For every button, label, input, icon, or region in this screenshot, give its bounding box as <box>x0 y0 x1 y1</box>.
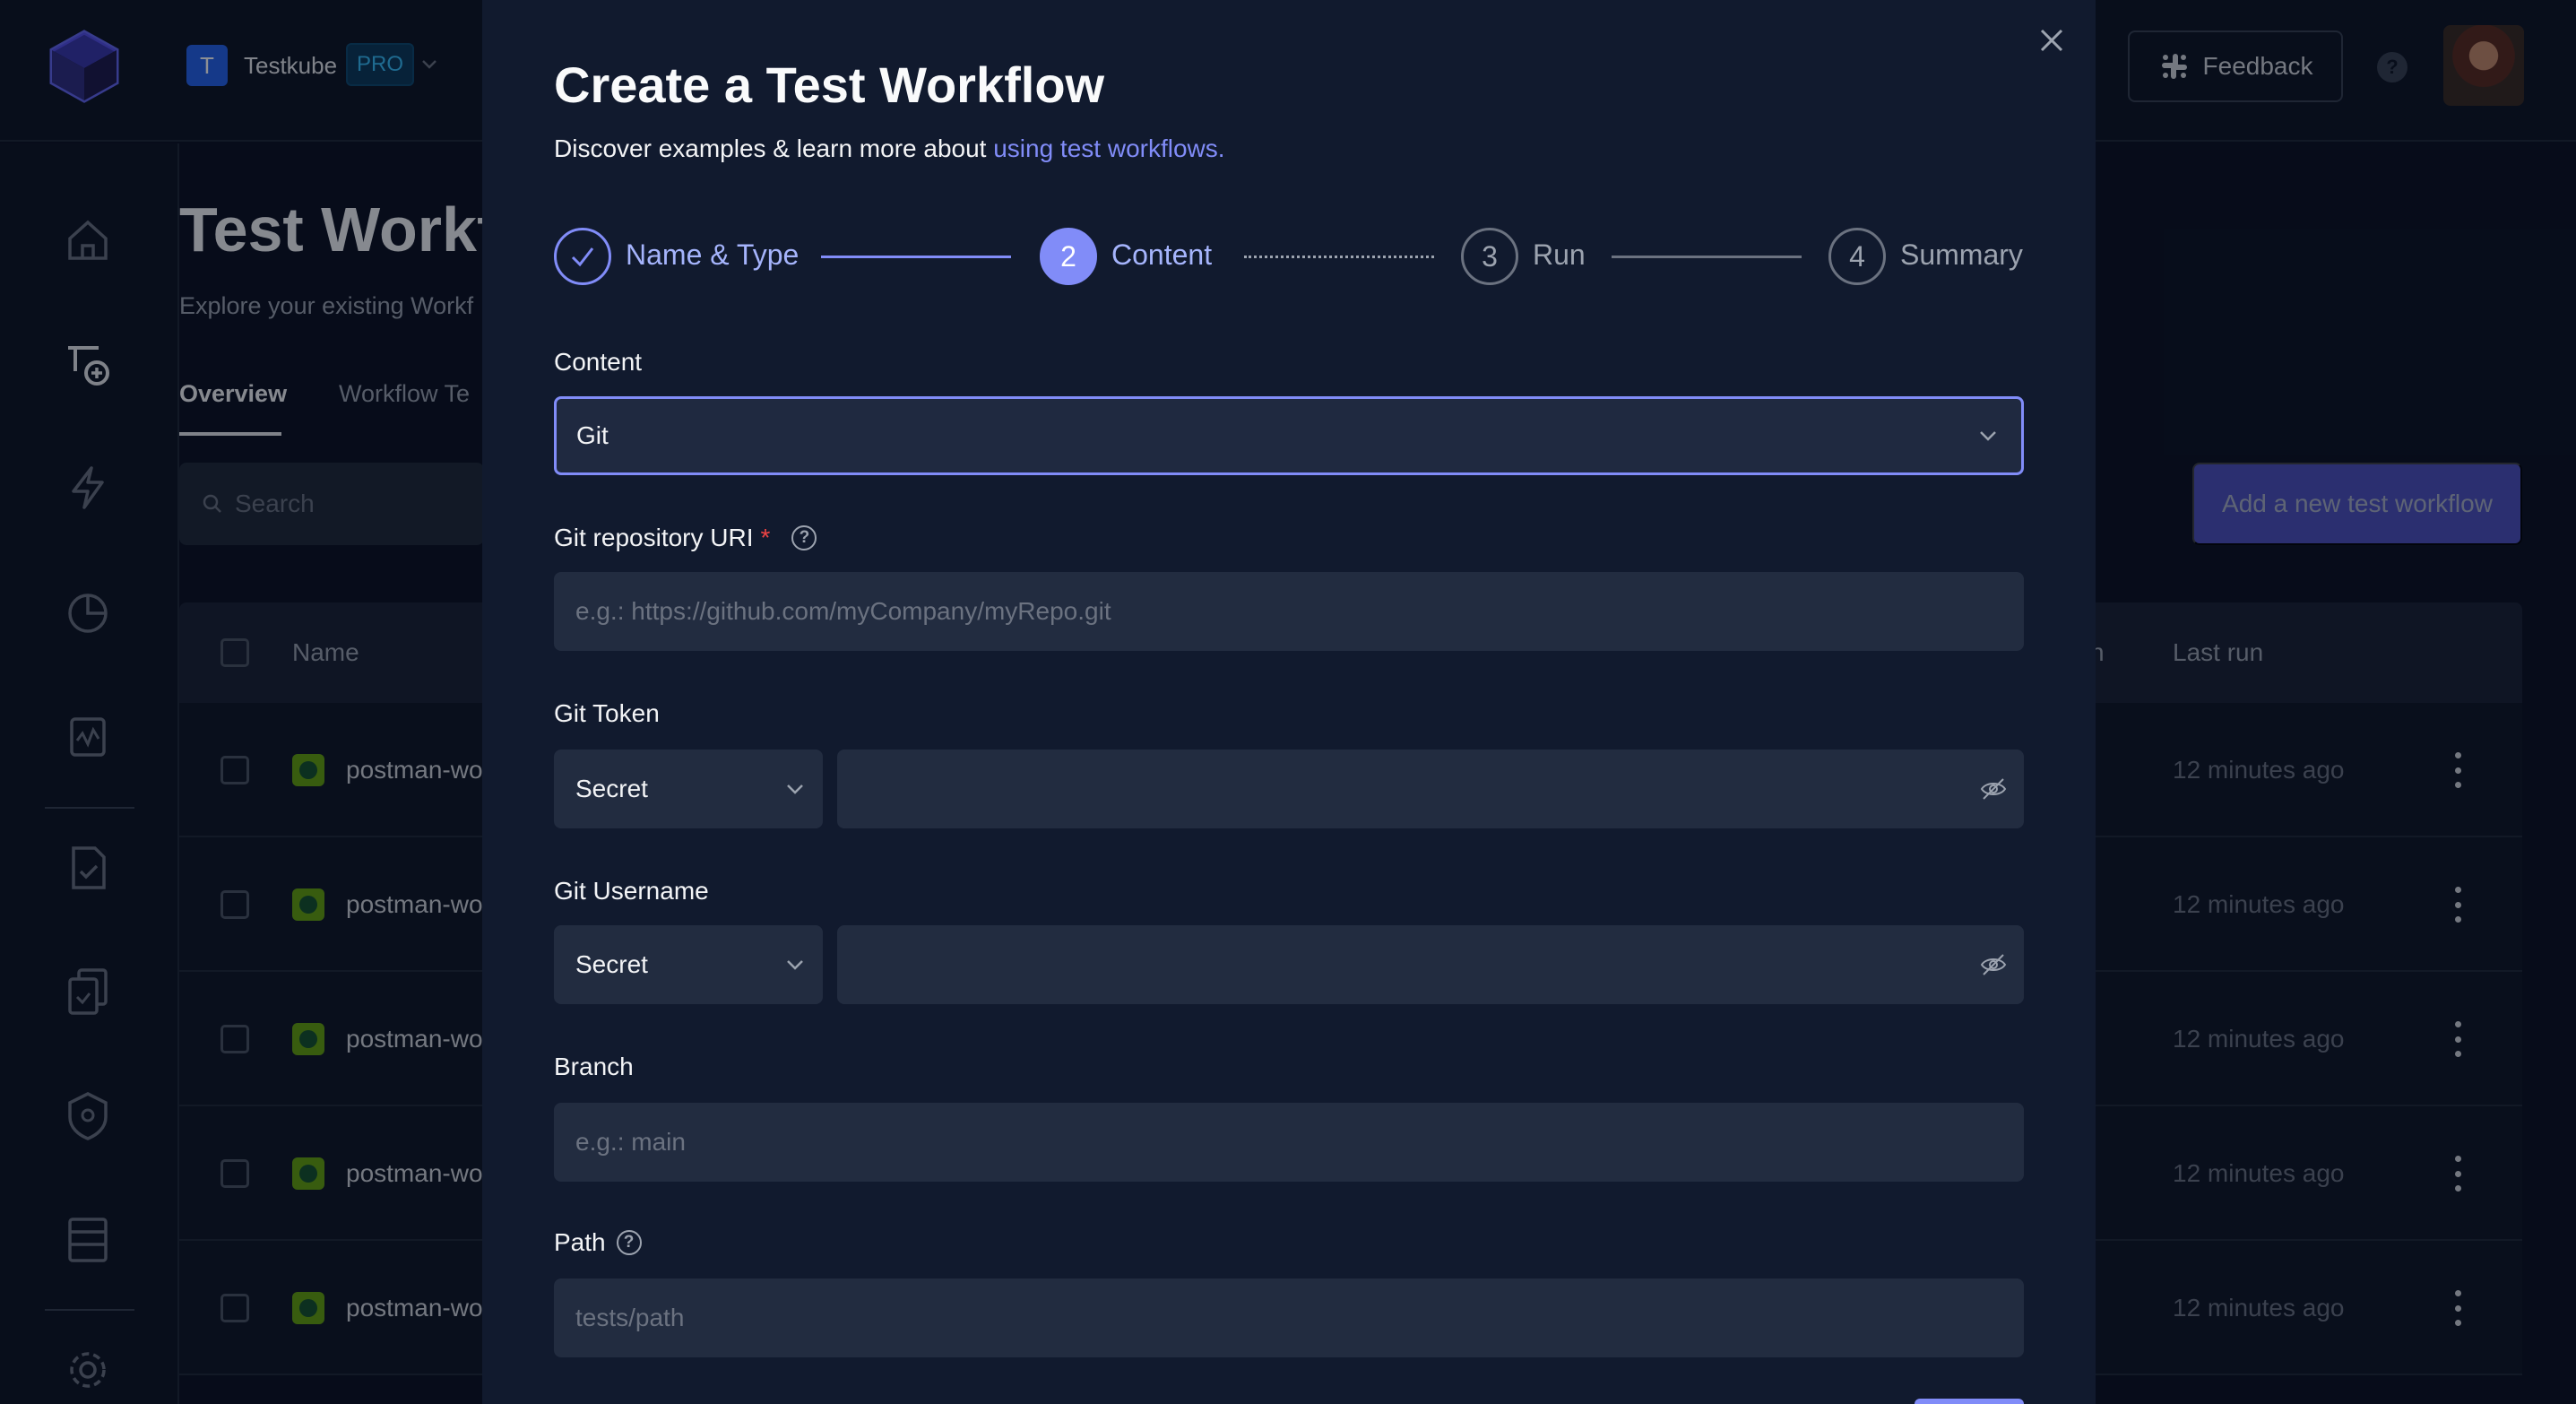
branch-label: Branch <box>554 1053 634 1081</box>
step-connector <box>1612 256 1802 258</box>
close-icon[interactable] <box>2033 22 2070 59</box>
required-mark: * <box>760 524 771 551</box>
content-label-text: Content <box>554 348 643 376</box>
path-input[interactable] <box>554 1278 2024 1357</box>
git-username-type-select[interactable]: Secret <box>554 925 823 1004</box>
step-3-label[interactable]: Run <box>1533 238 1586 272</box>
git-token-label-text: Git Token <box>554 699 660 727</box>
check-icon <box>571 247 594 267</box>
content-label: Content <box>554 348 642 377</box>
create-workflow-modal: Create a Test Workflow Discover examples… <box>482 0 2096 1404</box>
step-1-label[interactable]: Name & Type <box>626 238 799 272</box>
modal-subtitle: Discover examples & learn more about usi… <box>554 134 1225 163</box>
step-4-number[interactable]: 4 <box>1828 228 1886 285</box>
step-4-label[interactable]: Summary <box>1900 238 2023 272</box>
modal-subtitle-text: Discover examples & learn more about <box>554 134 994 162</box>
git-uri-label: Git repository URI * ? <box>554 524 817 552</box>
step-2-number[interactable]: 2 <box>1040 228 1097 285</box>
git-username-input[interactable] <box>837 925 2024 1004</box>
step-connector <box>821 256 1011 258</box>
next-button[interactable] <box>1915 1399 2024 1404</box>
path-label-text: Path <box>554 1228 606 1256</box>
git-token-label: Git Token <box>554 699 660 728</box>
content-select[interactable]: Git <box>554 396 2024 475</box>
step-1-check-icon[interactable] <box>554 228 611 285</box>
git-token-type-select[interactable]: Secret <box>554 750 823 828</box>
help-circle-icon[interactable]: ? <box>791 525 817 550</box>
step-connector <box>1244 256 1434 258</box>
chevron-down-icon <box>787 784 803 794</box>
step-2-label[interactable]: Content <box>1111 238 1212 272</box>
git-token-type-value: Secret <box>575 775 648 802</box>
eye-off-icon[interactable] <box>1979 775 2008 803</box>
content-selected-value: Git <box>576 421 609 449</box>
branch-input[interactable] <box>554 1103 2024 1182</box>
modal-title: Create a Test Workflow <box>554 56 1105 113</box>
git-uri-input[interactable] <box>554 572 2024 651</box>
docs-link[interactable]: using test workflows. <box>993 134 1224 162</box>
help-circle-icon[interactable]: ? <box>616 1230 642 1255</box>
git-uri-label-text: Git repository URI <box>554 524 754 551</box>
git-token-input[interactable] <box>837 750 2024 828</box>
step-3-number[interactable]: 3 <box>1461 228 1518 285</box>
chevron-down-icon <box>787 960 803 970</box>
eye-off-icon[interactable] <box>1979 950 2008 979</box>
git-username-type-value: Secret <box>575 950 648 978</box>
branch-label-text: Branch <box>554 1053 634 1080</box>
chevron-down-icon <box>1980 431 1996 441</box>
git-username-label-text: Git Username <box>554 877 709 905</box>
git-username-label: Git Username <box>554 877 709 906</box>
path-label: Path ? <box>554 1228 642 1257</box>
